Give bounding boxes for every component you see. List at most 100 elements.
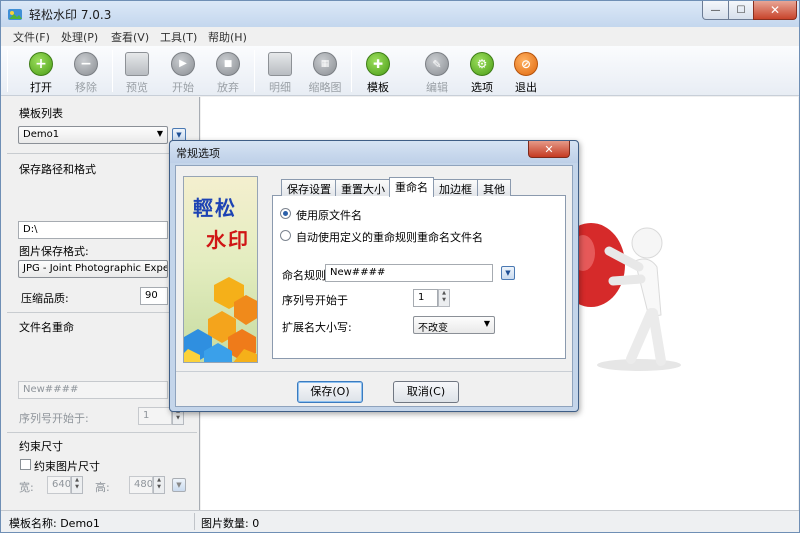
image-format-label: 图片保存格式:: [19, 245, 89, 258]
detail-button[interactable]: 明细: [258, 50, 302, 94]
template-list-label: 模板列表: [19, 107, 63, 120]
radio-custom-rule-label: 自动使用定义的重命规则重命名文件名: [296, 231, 483, 244]
seq-start-dialog-spinner[interactable]: ▲ ▼: [438, 289, 450, 307]
plus-icon: +: [29, 52, 53, 76]
image-format-select[interactable]: JPG - Joint Photographic Experts: [18, 260, 168, 278]
start-button[interactable]: ▶ 开始: [161, 50, 205, 94]
options-label: 选项: [471, 81, 493, 94]
tab-other[interactable]: 其他: [477, 179, 511, 196]
title-bar[interactable]: 轻松水印 7.0.3 — ☐ ✕: [1, 1, 799, 27]
naming-rule-label: 命名规则: [282, 269, 326, 282]
minus-icon: −: [74, 52, 98, 76]
rename-tab-panel: 使用原文件名 自动使用定义的重命规则重命名文件名 命名规则 New#### ▼ …: [272, 195, 566, 359]
menu-process[interactable]: 处理(P): [61, 29, 98, 45]
logo-banner: 輕松 水印: [183, 176, 258, 363]
dialog-close-button[interactable]: ✕: [528, 141, 570, 158]
constrain-checkbox[interactable]: [20, 459, 31, 470]
menu-file[interactable]: 文件(F): [13, 29, 50, 45]
minimize-button[interactable]: —: [702, 1, 729, 20]
thumbnail-grid-icon: ▦: [313, 52, 337, 76]
cancel-button[interactable]: 取消(C): [393, 381, 459, 403]
tab-rename[interactable]: 重命名: [389, 177, 434, 197]
printer-icon: [125, 52, 149, 76]
banner-title-blue: 輕松: [193, 196, 237, 220]
height-spinner[interactable]: ▲ ▼: [153, 476, 165, 494]
template-button[interactable]: ✚ 模板: [356, 50, 400, 94]
remove-button[interactable]: − 移除: [64, 50, 108, 94]
status-template-name: 模板名称: Demo1: [9, 517, 100, 530]
save-button[interactable]: 保存(O): [297, 381, 363, 403]
size-preset-button[interactable]: ▼: [172, 478, 186, 492]
height-input[interactable]: 480: [129, 476, 153, 494]
exit-label: 退出: [515, 81, 537, 94]
abort-button[interactable]: ■ 放弃: [206, 50, 250, 94]
menu-help[interactable]: 帮助(H): [208, 29, 247, 45]
radio-custom-rule[interactable]: [280, 230, 291, 241]
naming-rule-menu-button[interactable]: ▼: [501, 266, 515, 280]
edit-button[interactable]: ✎ 编辑: [415, 50, 459, 94]
save-path-input[interactable]: D:\: [18, 221, 168, 239]
menu-bar: 文件(F) 处理(P) 查看(V) 工具(T) 帮助(H): [1, 27, 799, 46]
thumbnail-label: 缩略图: [308, 81, 342, 94]
height-label: 高:: [95, 481, 110, 494]
options-button[interactable]: ⚙ 选项: [460, 50, 504, 94]
puzzle-icon: ✚: [366, 52, 390, 76]
exit-button[interactable]: ⊘ 退出: [504, 50, 548, 94]
width-spinner[interactable]: ▲ ▼: [71, 476, 83, 494]
radio-original-name-label: 使用原文件名: [296, 209, 362, 222]
tab-resize[interactable]: 重置大小: [335, 179, 391, 196]
seq-start-dialog-label: 序列号开始于: [282, 294, 348, 307]
template-select-value: Demo1: [23, 129, 60, 140]
menu-view[interactable]: 查看(V): [111, 29, 149, 45]
chevron-down-icon: ▼: [483, 319, 490, 328]
rename-label: 文件名重命: [19, 321, 74, 334]
power-icon: ⊘: [514, 52, 538, 76]
extension-case-value: 不改变: [418, 323, 448, 334]
toolbar-separator: [7, 50, 8, 92]
radio-original-name[interactable]: [280, 208, 291, 219]
width-input[interactable]: 640: [47, 476, 71, 494]
stop-icon: ■: [216, 52, 240, 76]
seq-start-dialog-input[interactable]: 1: [413, 289, 438, 307]
detail-list-icon: [268, 52, 292, 76]
maximize-button[interactable]: ☐: [728, 1, 754, 20]
dialog-title: 常规选项: [176, 147, 220, 160]
save-path-label: 保存路径和格式: [19, 163, 96, 176]
start-label: 开始: [172, 81, 194, 94]
width-label: 宽:: [19, 481, 34, 494]
status-image-count: 图片数量: 0: [201, 517, 260, 530]
preview-button[interactable]: 预览: [115, 50, 159, 94]
divider: [7, 432, 197, 433]
hexagon-pattern-icon: [184, 277, 257, 362]
template-select[interactable]: Demo1 ▼: [18, 126, 168, 144]
toolbar-separator: [351, 50, 352, 92]
wrench-icon: ⚙: [470, 52, 494, 76]
naming-rule-input[interactable]: New####: [325, 264, 493, 282]
main-window: 轻松水印 7.0.3 — ☐ ✕ 文件(F) 处理(P) 查看(V) 工具(T)…: [0, 0, 800, 533]
edit-label: 编辑: [426, 81, 448, 94]
thumbnail-button[interactable]: ▦ 缩略图: [303, 50, 347, 94]
menu-tools[interactable]: 工具(T): [160, 29, 197, 45]
toolbar: + 打开 − 移除 预览 ▶ 开始 ■ 放弃 明细 ▦ 缩略图 ✚ 模板 ✎ 编…: [1, 46, 799, 121]
quality-input[interactable]: 90: [140, 287, 168, 305]
detail-label: 明细: [269, 81, 291, 94]
dialog-title-bar[interactable]: 常规选项 ✕: [170, 141, 578, 163]
extension-case-select[interactable]: 不改变 ▼: [413, 316, 495, 334]
toolbar-separator: [254, 50, 255, 92]
preview-label: 预览: [126, 81, 148, 94]
tab-save-settings[interactable]: 保存设置: [281, 179, 337, 196]
rename-rule-input[interactable]: New####: [18, 381, 168, 399]
toolbar-separator: [112, 50, 113, 92]
tab-border[interactable]: 加边框: [433, 179, 478, 196]
constrain-label: 约束尺寸: [19, 440, 63, 453]
constrain-checkbox-label: 约束图片尺寸: [34, 460, 100, 473]
seq-start-input[interactable]: 1: [138, 407, 172, 425]
quality-label: 压缩品质:: [21, 292, 69, 305]
app-logo-icon: [8, 9, 22, 20]
general-options-dialog: 常规选项 ✕ 輕松 水印 使用原文件名 自动使用定义的重命规则重命名文件名 命名…: [169, 140, 579, 412]
close-button[interactable]: ✕: [753, 1, 797, 20]
play-icon: ▶: [171, 52, 195, 76]
status-divider: [194, 513, 195, 530]
open-button[interactable]: + 打开: [19, 50, 63, 94]
template-label: 模板: [367, 81, 389, 94]
